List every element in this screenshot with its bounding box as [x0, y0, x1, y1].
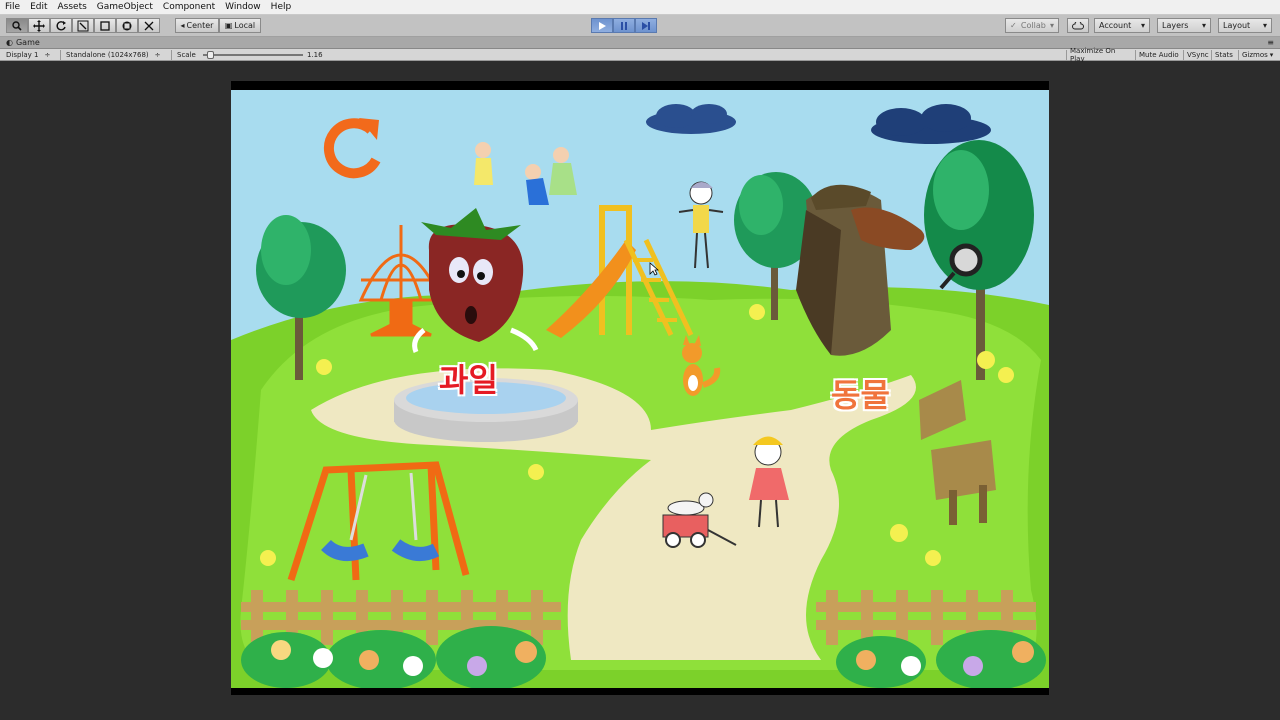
rect-tool-icon[interactable] [94, 18, 116, 33]
cloud-button[interactable] [1067, 18, 1089, 33]
slider-track [203, 54, 303, 56]
pivot-label: Center [186, 21, 214, 30]
game-view-bar: Display 1 ÷ Standalone (1024x768) ÷ Scale … [0, 47, 1280, 63]
menu-component[interactable]: Component [158, 2, 220, 12]
main-toolbar: ◂ Center ▣ Local ✓ Collab ▾ Account ▾ Layers ▾… [0, 15, 1280, 37]
scale-tool-icon[interactable] [72, 18, 94, 33]
scale-slider[interactable] [203, 50, 303, 60]
play-icon [599, 21, 606, 30]
vsync-toggle[interactable]: VSync [1183, 50, 1211, 60]
step-icon [642, 21, 650, 30]
local-icon: ▣ [224, 21, 233, 30]
stats-toggle[interactable]: Stats [1211, 50, 1237, 60]
chevron-down-icon: ▾ [1049, 21, 1054, 30]
layout-dropdown[interactable]: Layout ▾ [1218, 18, 1272, 33]
cloud-icon [1072, 21, 1084, 29]
scale-label: Scale [171, 50, 201, 60]
account-dropdown[interactable]: Account ▾ [1094, 18, 1150, 33]
menu-file[interactable]: File [0, 2, 25, 12]
move-tool-icon[interactable] [28, 18, 50, 33]
pause-icon [621, 21, 627, 30]
park-background [231, 90, 1049, 688]
chevron-down-icon: ▾ [1201, 21, 1206, 30]
layers-dropdown[interactable]: Layers ▾ [1157, 18, 1211, 33]
chevron-down-icon: ÷ [44, 51, 51, 59]
mute-audio-toggle[interactable]: Mute Audio [1135, 50, 1183, 60]
slider-thumb[interactable] [207, 51, 214, 59]
play-controls [591, 18, 657, 33]
resolution-dropdown[interactable]: Standalone (1024x768) ÷ [60, 50, 175, 60]
display-label: Display 1 [6, 51, 39, 59]
chevron-down-icon: ▾ [1262, 21, 1267, 30]
menu-gameobject[interactable]: GameObject [92, 2, 158, 12]
game-tab-icon: ◐ [6, 38, 13, 47]
transform-tools [6, 18, 160, 33]
layers-label: Layers [1162, 21, 1189, 30]
pivot-center-button[interactable]: ◂ Center [175, 18, 219, 33]
collab-check-icon: ✓ [1010, 21, 1017, 30]
play-button[interactable] [591, 18, 613, 33]
pivot-controls: ◂ Center ▣ Local [175, 18, 261, 33]
tab-menu-icon[interactable]: ≡ [1267, 38, 1274, 47]
menu-edit[interactable]: Edit [25, 2, 52, 12]
resolution-label: Standalone (1024x768) [66, 51, 149, 59]
mouse-cursor-icon [649, 262, 659, 276]
right-controls: ✓ Collab ▾ Account ▾ Layers ▾ Layout ▾ [1005, 18, 1272, 33]
chevron-down-icon: ÷ [154, 51, 161, 59]
park-scene: 과일 동물 [231, 90, 1049, 688]
step-button[interactable] [635, 18, 657, 33]
rotate-tool-icon[interactable] [50, 18, 72, 33]
transform-tool-icon[interactable] [116, 18, 138, 33]
space-local-button[interactable]: ▣ Local [219, 18, 261, 33]
menu-assets[interactable]: Assets [53, 2, 92, 12]
maximize-on-play-toggle[interactable]: Maximize On Play [1066, 47, 1132, 63]
layout-label: Layout [1223, 21, 1251, 30]
menu-help[interactable]: Help [266, 2, 297, 12]
game-tab-title: Game [15, 38, 40, 47]
collab-dropdown[interactable]: ✓ Collab ▾ [1005, 18, 1059, 33]
collab-label: Collab [1020, 21, 1046, 30]
bushes-left [241, 626, 546, 688]
menu-bar: File Edit Assets GameObject Component Wi… [0, 0, 1280, 15]
pause-button[interactable] [613, 18, 635, 33]
account-label: Account [1099, 21, 1132, 30]
gizmos-dropdown[interactable]: Gizmos ▾ [1238, 50, 1278, 60]
menu-window[interactable]: Window [220, 2, 266, 12]
display-dropdown[interactable]: Display 1 ÷ [6, 50, 58, 60]
animal-category-label[interactable]: 동물 [831, 370, 890, 416]
custom-tool-icon[interactable] [138, 18, 160, 33]
pivot-icon: ◂ [180, 21, 185, 30]
chevron-down-icon: ▾ [1140, 21, 1145, 30]
space-label: Local [234, 21, 256, 30]
hand-tool-icon[interactable] [6, 18, 28, 33]
gizmos-label: Gizmos [1242, 51, 1268, 59]
fruit-category-label[interactable]: 과일 [439, 355, 498, 401]
scale-value: 1.16 [307, 51, 323, 59]
chevron-down-icon: ▾ [1269, 51, 1274, 59]
